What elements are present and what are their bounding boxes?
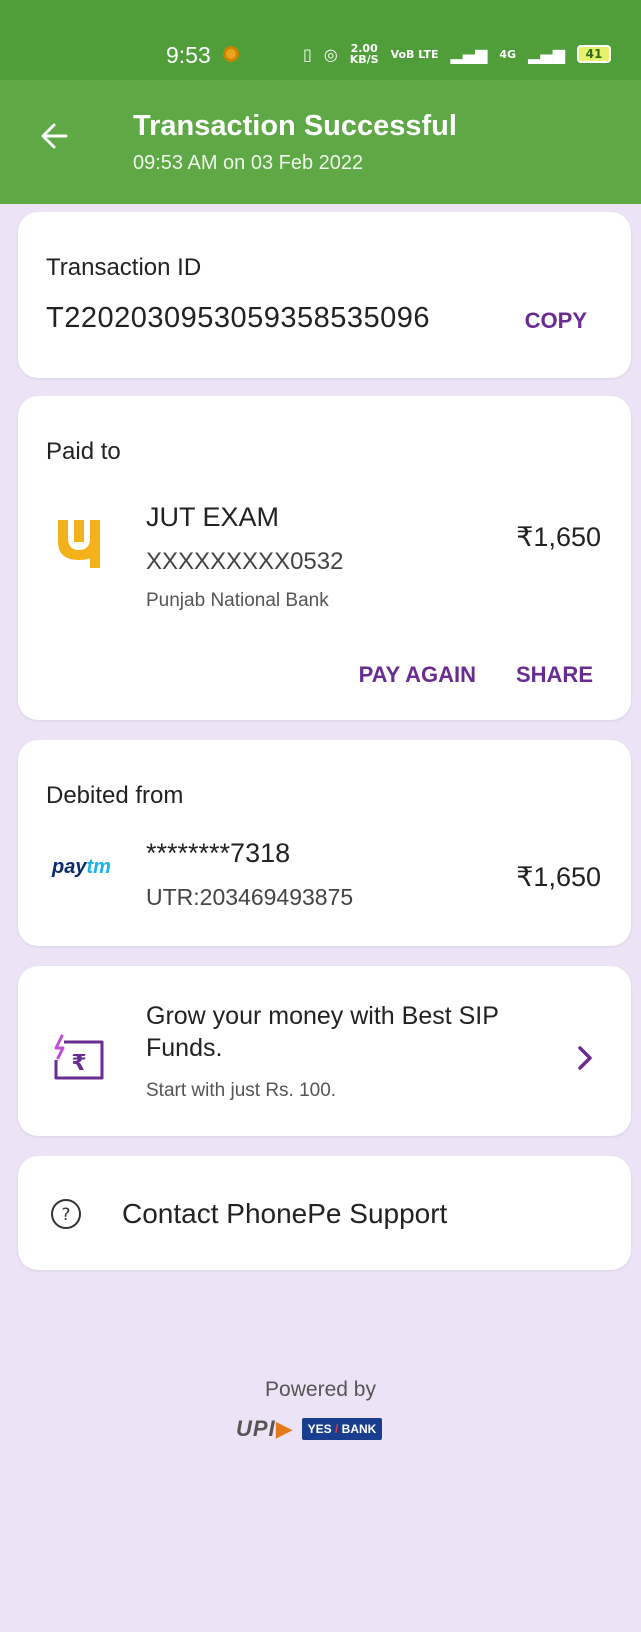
page-subtitle: 09:53 AM on 03 Feb 2022: [133, 152, 364, 174]
transaction-id-value: T2202030953059358535096: [46, 302, 431, 334]
status-icons: ▯ ◎ 2.00 KB/S VoB LTE ▂▄▆ 4G ▂▄▆ 41: [303, 43, 611, 65]
powered-by-label: Powered by: [265, 1378, 376, 1401]
debited-amount: ₹1,650: [516, 862, 601, 892]
payee-account: XXXXXXXXX0532: [146, 548, 344, 575]
back-arrow-icon[interactable]: [36, 116, 76, 156]
svg-text:?: ?: [61, 1205, 70, 1225]
payee-name: JUT EXAM: [146, 502, 280, 532]
paid-to-card: Paid to JUT EXAM XXXXXXXXX0532 Punjab Na…: [18, 396, 631, 720]
transaction-id-label: Transaction ID: [46, 254, 202, 281]
debited-from-card: Debited from paytm ********7318 UTR:2034…: [18, 740, 631, 946]
paid-to-label: Paid to: [46, 438, 121, 465]
status-bar: 9:53 ▯ ◎ 2.00 KB/S VoB LTE ▂▄▆ 4G ▂▄▆ 41: [0, 0, 641, 80]
debit-account: ********7318: [146, 838, 291, 868]
partner-logos: UPI▶ YES / BANK: [236, 1416, 383, 1442]
chevron-right-icon[interactable]: [575, 1044, 595, 1072]
paytm-logo: paytm: [52, 856, 111, 878]
transaction-id-card: Transaction ID T2202030953059358535096 C…: [18, 212, 631, 378]
upi-logo: UPI▶: [236, 1416, 294, 1441]
sip-promo-card[interactable]: ₹ Grow your money with Best SIP Funds. S…: [18, 966, 631, 1136]
utr-number: UTR:203469493875: [146, 884, 354, 910]
paid-amount: ₹1,650: [516, 522, 601, 552]
sip-promo-title: Grow your money with Best SIP Funds.: [146, 1002, 499, 1062]
status-time: 9:53: [166, 42, 211, 68]
contact-support-label: Contact PhonePe Support: [122, 1198, 448, 1229]
battery-icon: 41: [577, 45, 611, 63]
yes-bank-logo: YES / BANK: [301, 1418, 383, 1440]
app-bar: Transaction Successful 09:53 AM on 03 Fe…: [0, 80, 641, 204]
payee-bank: Punjab National Bank: [146, 590, 329, 611]
copy-button[interactable]: COPY: [525, 308, 587, 334]
volte-indicator: VoB LTE: [390, 47, 439, 61]
page-title: Transaction Successful: [133, 110, 457, 142]
signal-icon: ▂▄▆: [450, 44, 488, 64]
pay-again-button[interactable]: PAY AGAIN: [359, 662, 476, 688]
pnb-bank-logo-icon: [58, 520, 100, 568]
shield-icon: ◎: [323, 44, 338, 64]
svg-text:₹: ₹: [71, 1051, 86, 1076]
notification-icon: [223, 46, 239, 62]
signal-icon-2: ▂▄▆: [528, 44, 565, 64]
debited-from-label: Debited from: [46, 782, 184, 809]
vibrate-icon: ▯: [302, 44, 312, 64]
network-type: 4G: [499, 47, 517, 61]
network-speed: 2.00 KB/S: [349, 42, 379, 66]
sip-promo-subtitle: Start with just Rs. 100.: [146, 1080, 337, 1101]
help-circle-icon: ?: [51, 1199, 81, 1229]
share-button[interactable]: SHARE: [516, 662, 593, 688]
support-card[interactable]: ? Contact PhonePe Support: [18, 1156, 631, 1270]
rupee-fund-icon: ₹: [54, 1034, 104, 1080]
